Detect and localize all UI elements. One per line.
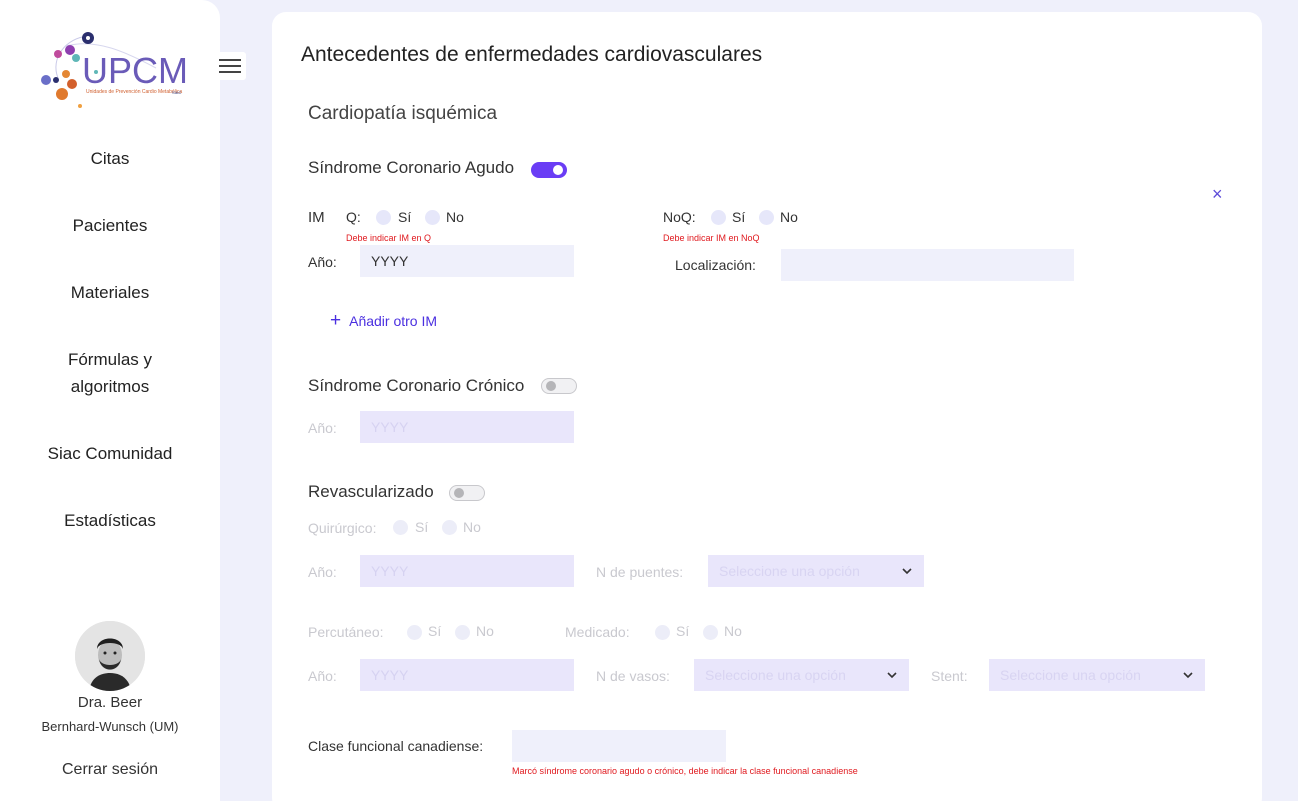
noq-no-radio[interactable] (759, 210, 774, 225)
toggle-knob (546, 381, 556, 391)
vessels-select[interactable]: Seleccione una opción (694, 659, 909, 691)
location-label: Localización: (675, 257, 756, 273)
noq-label: NoQ: (663, 209, 696, 225)
q-yes-label: Sí (398, 209, 412, 225)
user-name: Dra. Beer (77, 694, 143, 711)
medicated-label: Medicado: (565, 624, 630, 640)
noq-yes-label: Sí (732, 209, 746, 225)
scc-label: Síndrome Coronario Crónico (308, 376, 525, 395)
revasc-toggle[interactable] (449, 485, 485, 501)
percutaneous-no-label: No (476, 623, 494, 639)
add-im-label: Añadir otro IM (349, 313, 438, 329)
chevron-down-icon (1183, 672, 1193, 679)
chevron-down-icon (887, 672, 897, 679)
menu-toggle-icon[interactable] (214, 52, 246, 80)
section-subtitle: Cardiopatía isquémica (308, 103, 498, 124)
scc-toggle[interactable] (541, 378, 577, 394)
revasc-label: Revascularizado (308, 482, 434, 501)
stent-select[interactable]: Seleccione una opción (989, 659, 1205, 691)
nav-item-formulas-line2: algoritmos (70, 377, 150, 396)
stent-label: Stent: (931, 668, 968, 684)
surgical-yes-label: Sí (415, 519, 429, 535)
q-no-label: No (446, 209, 464, 225)
nav-item-citas[interactable]: Citas (0, 145, 220, 172)
toggle-knob (454, 488, 464, 498)
location-input[interactable] (781, 249, 1074, 281)
logo-tagline: Unidades de Prevención Cardio Metabólica (86, 89, 183, 95)
surgical-label: Quirúrgico: (308, 520, 377, 536)
toggle-knob (553, 165, 563, 175)
sca-label: Síndrome Coronario Agudo (308, 158, 515, 177)
noq-yes-radio[interactable] (711, 210, 726, 225)
stent-select-value: Seleccione una opción (1000, 667, 1141, 683)
bridges-select-value: Seleccione una opción (719, 563, 860, 579)
revasc-year-label: Año: (308, 564, 337, 580)
noq-error: Debe indicar IM en NoQ (663, 233, 760, 243)
bridges-label: N de puentes: (596, 564, 684, 580)
q-error: Debe indicar IM en Q (346, 233, 432, 243)
vessels-select-value: Seleccione una opción (705, 667, 846, 683)
avatar[interactable] (75, 621, 145, 691)
sidebar: UPCM Unidades de Prevención Cardio Metab… (0, 0, 220, 801)
close-icon[interactable]: × (1212, 184, 1223, 205)
chevron-down-icon (902, 568, 912, 575)
percutaneous-yes-label: Sí (428, 623, 442, 639)
percutaneous-label: Percutáneo: (308, 624, 384, 640)
nav-item-siac-comunidad[interactable]: Siac Comunidad (0, 440, 220, 467)
logout-link[interactable]: Cerrar sesión (0, 761, 220, 779)
nav-item-formulas-line1: Fórmulas y (67, 350, 153, 369)
sca-year-label: Año: (308, 254, 337, 270)
upcm-logo[interactable]: UPCM Unidades de Prevención Cardio Metab… (36, 28, 188, 108)
medicated-yes-radio[interactable] (655, 625, 670, 640)
sca-toggle[interactable] (531, 162, 567, 178)
medicated-no-label: No (724, 623, 742, 639)
noq-no-label: No (780, 209, 798, 225)
page-title: Antecedentes de enfermedades cardiovascu… (301, 43, 763, 66)
logo-brand: SIAC (172, 90, 182, 95)
surgical-no-radio[interactable] (442, 520, 457, 535)
logo-text: UPCM (82, 50, 188, 91)
revasc-year2-input[interactable] (360, 659, 574, 691)
nav-item-materiales[interactable]: Materiales (0, 279, 220, 306)
revasc-year-input[interactable] (360, 555, 574, 587)
percutaneous-no-radio[interactable] (455, 625, 470, 640)
scc-year-label: Año: (308, 420, 337, 436)
canadian-class-error: Marcó síndrome coronario agudo o crónico… (512, 766, 858, 776)
medicated-yes-label: Sí (676, 623, 690, 639)
revasc-year2-label: Año: (308, 668, 337, 684)
canadian-class-label: Clase funcional canadiense: (308, 738, 484, 754)
im-label: IM (308, 209, 325, 226)
add-im-button[interactable]: + Añadir otro IM (330, 310, 438, 331)
vessels-label: N de vasos: (596, 668, 670, 684)
user-affiliation: Bernhard-Wunsch (UM) (41, 719, 179, 734)
percutaneous-yes-radio[interactable] (407, 625, 422, 640)
plus-icon: + (330, 310, 342, 331)
bridges-select[interactable]: Seleccione una opción (708, 555, 924, 587)
q-label: Q: (346, 209, 361, 225)
medicated-no-radio[interactable] (703, 625, 718, 640)
surgical-yes-radio[interactable] (393, 520, 408, 535)
nav-item-estadisticas[interactable]: Estadísticas (0, 507, 220, 534)
q-no-radio[interactable] (425, 210, 440, 225)
sca-year-input[interactable] (360, 245, 574, 277)
scc-year-input[interactable] (360, 411, 574, 443)
q-yes-radio[interactable] (376, 210, 391, 225)
surgical-no-label: No (463, 519, 481, 535)
nav-item-formulas[interactable]: Fórmulas y algoritmos (0, 346, 220, 400)
nav-item-pacientes[interactable]: Pacientes (0, 212, 220, 239)
canadian-class-input[interactable] (512, 730, 726, 762)
